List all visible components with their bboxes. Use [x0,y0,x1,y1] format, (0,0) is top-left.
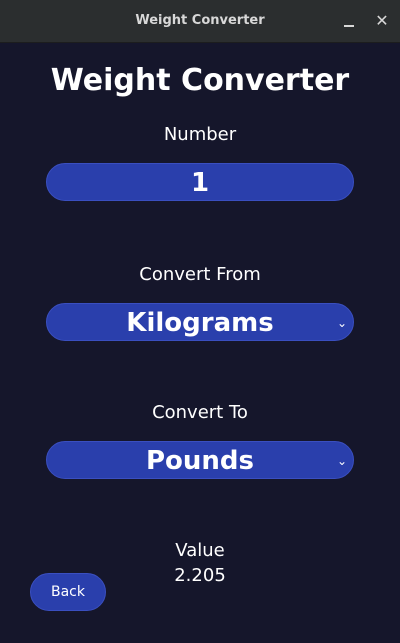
convert-from-select[interactable]: Kilograms ⌄ [46,303,354,341]
page-title: Weight Converter [50,63,350,98]
minimize-icon [344,25,354,27]
convert-from-selected: Kilograms [126,308,274,338]
convert-to-select[interactable]: Pounds ⌄ [46,441,354,479]
close-icon: ✕ [375,11,389,30]
number-input-value: 1 [190,168,210,198]
minimize-button[interactable] [338,10,360,32]
chevron-down-icon: ⌄ [336,454,347,468]
convert-to-label: Convert To [152,402,248,423]
title-bar: Weight Converter ✕ [0,0,400,43]
number-label: Number [163,124,237,145]
convert-to-selected: Pounds [145,446,255,476]
app-window: Weight Converter ✕ Weight Converter Numb… [0,0,400,643]
result-label: Value [175,540,225,561]
number-input[interactable]: 1 [46,163,354,201]
chevron-down-icon: ⌄ [336,316,347,330]
close-button[interactable]: ✕ [371,10,393,32]
convert-from-label: Convert From [139,264,261,285]
back-button[interactable]: Back [30,573,106,611]
